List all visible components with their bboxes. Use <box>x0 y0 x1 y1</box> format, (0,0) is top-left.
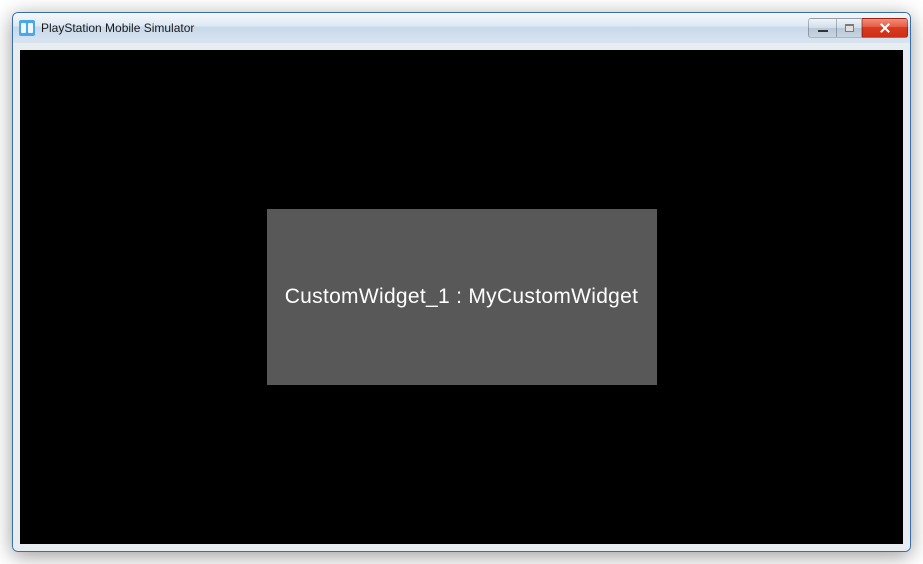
application-window: PlayStation Mobile Simulator CustomWidge… <box>12 12 911 552</box>
close-icon <box>879 23 891 33</box>
maximize-button[interactable] <box>836 18 862 38</box>
minimize-button[interactable] <box>808 18 836 38</box>
titlebar[interactable]: PlayStation Mobile Simulator <box>13 13 910 43</box>
minimize-icon <box>818 29 828 32</box>
app-icon <box>19 20 35 36</box>
window-body: CustomWidget_1 : MyCustomWidget <box>13 43 910 551</box>
close-button[interactable] <box>862 18 908 38</box>
custom-widget: CustomWidget_1 : MyCustomWidget <box>267 209 657 385</box>
window-title: PlayStation Mobile Simulator <box>41 21 808 35</box>
widget-label: CustomWidget_1 : MyCustomWidget <box>285 285 639 309</box>
maximize-icon <box>845 24 854 32</box>
window-controls <box>808 18 908 38</box>
simulator-viewport: CustomWidget_1 : MyCustomWidget <box>20 50 903 544</box>
